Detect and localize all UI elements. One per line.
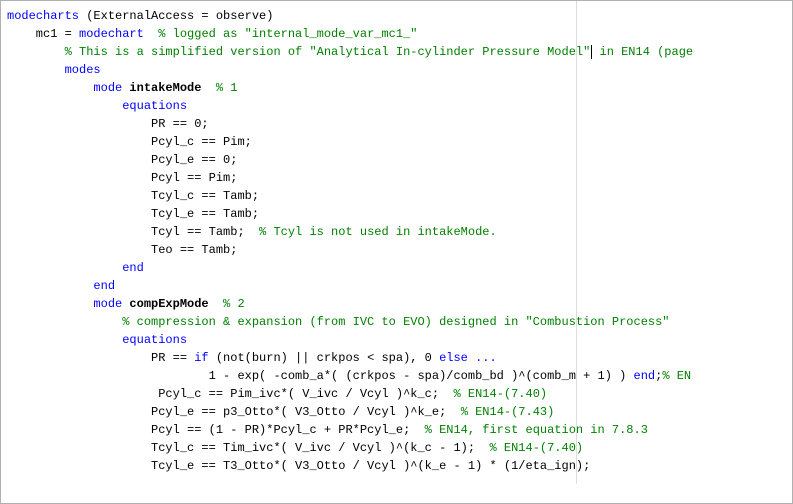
code-text: (not(burn) || crkpos < spa), 0: [209, 351, 439, 365]
keyword-end: end: [634, 369, 656, 383]
code-text: Tcyl_e == T3_Otto*( V3_Otto / Vcyl )^(k_…: [7, 459, 590, 473]
code-text: Tcyl == Tamb;: [7, 225, 259, 239]
code-text: Pcyl == Pim;: [7, 171, 237, 185]
code-text: Tcyl_c == Tim_ivc*( V_ivc / Vcyl )^(k_c …: [7, 441, 489, 455]
code-text: (ExternalAccess = observe): [79, 9, 273, 23]
comment: % 1: [216, 81, 238, 95]
code-text: PR == 0;: [7, 117, 209, 131]
comment: % 2: [223, 297, 245, 311]
ellipsis: ...: [468, 351, 497, 365]
code-text: Pcyl_c == Pim_ivc*( V_ivc / Vcyl )^k_c;: [7, 387, 453, 401]
comment: % compression & expansion (from IVC to E…: [7, 315, 670, 329]
keyword-end: end: [7, 279, 115, 293]
torn-edge-bottom: [1, 479, 792, 503]
code-content[interactable]: modecharts (ExternalAccess = observe) mc…: [1, 1, 792, 475]
keyword-if: if: [194, 351, 208, 365]
code-text: 1 - exp( -comb_a*( (crkpos - spa)/comb_b…: [7, 369, 634, 383]
code-text: Teo == Tamb;: [7, 243, 237, 257]
comment: in EN14 (page: [592, 45, 693, 59]
comment: % EN14-(7.43): [461, 405, 555, 419]
code-text: Pcyl_e == p3_Otto*( V3_Otto / Vcyl )^k_e…: [7, 405, 461, 419]
identifier-intakeMode: intakeMode: [122, 81, 216, 95]
code-text: Tcyl_c == Tamb;: [7, 189, 259, 203]
keyword-modechart: modechart: [79, 27, 144, 41]
comment: % EN14-(7.40): [453, 387, 547, 401]
comment: % logged as "internal_mode_var_mc1_": [144, 27, 418, 41]
comment: % EN14-(7.40): [489, 441, 583, 455]
keyword-equations: equations: [7, 99, 187, 113]
comment: % EN: [662, 369, 691, 383]
identifier-compExpMode: compExpMode: [122, 297, 223, 311]
code-text: PR ==: [7, 351, 194, 365]
code-text: Pcyl == (1 - PR)*Pcyl_c + PR*Pcyl_e;: [7, 423, 425, 437]
comment: % Tcyl is not used in intakeMode.: [259, 225, 497, 239]
code-text: mc1 =: [7, 27, 79, 41]
code-text: Pcyl_e == 0;: [7, 153, 237, 167]
right-margin-guide: [576, 1, 577, 503]
code-editor-panel: modecharts (ExternalAccess = observe) mc…: [0, 0, 793, 504]
code-text: Pcyl_c == Pim;: [7, 135, 252, 149]
comment: % This is a simplified version of "Analy…: [7, 45, 590, 59]
keyword-end: end: [7, 261, 144, 275]
keyword-mode: mode: [7, 81, 122, 95]
keyword-modes: modes: [7, 63, 101, 77]
keyword-else: else: [439, 351, 468, 365]
keyword-modecharts: modecharts: [7, 9, 79, 23]
keyword-equations: equations: [7, 333, 187, 347]
code-text: Tcyl_e == Tamb;: [7, 207, 259, 221]
comment: % EN14, first equation in 7.8.3: [425, 423, 648, 437]
keyword-mode: mode: [7, 297, 122, 311]
